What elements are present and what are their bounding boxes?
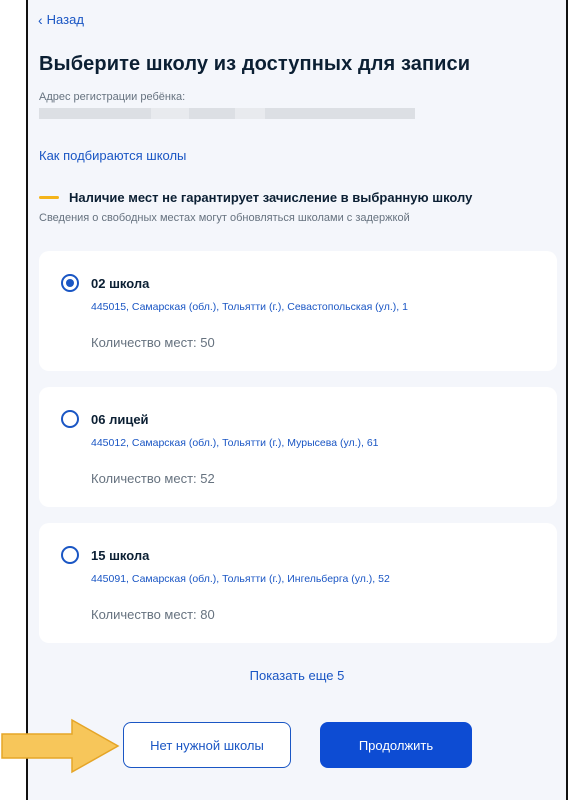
- how-schools-selected-link[interactable]: Как подбираются школы: [39, 148, 186, 163]
- school-address: 445015, Самарская (обл.), Тольятти (г.),…: [91, 301, 408, 313]
- school-card-3[interactable]: 15 школа 445091, Самарская (обл.), Толья…: [39, 523, 557, 643]
- notice-title: Наличие мест не гарантирует зачисление в…: [69, 190, 473, 205]
- arrow-right-icon: [1, 718, 120, 774]
- warning-bar-icon: [39, 196, 59, 199]
- radio-icon[interactable]: [61, 546, 79, 564]
- school-seats: Количество мест: 52: [91, 471, 215, 486]
- no-school-button[interactable]: Нет нужной школы: [123, 722, 291, 768]
- chevron-left-icon: ‹: [38, 11, 43, 28]
- radio-icon[interactable]: [61, 410, 79, 428]
- back-link[interactable]: ‹ Назад: [38, 12, 84, 27]
- continue-button[interactable]: Продолжить: [320, 722, 472, 768]
- school-seats: Количество мест: 50: [91, 335, 215, 350]
- school-seats: Количество мест: 80: [91, 607, 215, 622]
- page-title: Выберите школу из доступных для записи: [39, 53, 471, 75]
- notice-subtitle: Сведения о свободных местах могут обновл…: [39, 212, 410, 224]
- radio-selected-icon[interactable]: [61, 274, 79, 292]
- school-address: 445012, Самарская (обл.), Тольятти (г.),…: [91, 437, 379, 449]
- school-name: 02 школа: [91, 276, 150, 291]
- school-name: 15 школа: [91, 548, 150, 563]
- school-card-1[interactable]: 02 школа 445015, Самарская (обл.), Толья…: [39, 251, 557, 371]
- back-label: Назад: [46, 12, 84, 27]
- school-card-2[interactable]: 06 лицей 445012, Самарская (обл.), Толья…: [39, 387, 557, 507]
- school-address: 445091, Самарская (обл.), Тольятти (г.),…: [91, 573, 390, 585]
- address-label: Адрес регистрации ребёнка:: [39, 91, 186, 103]
- show-more-link[interactable]: Показать еще 5: [26, 668, 568, 683]
- address-value-redacted: [39, 108, 415, 119]
- school-name: 06 лицей: [91, 412, 149, 427]
- notice: Наличие мест не гарантирует зачисление в…: [39, 190, 472, 205]
